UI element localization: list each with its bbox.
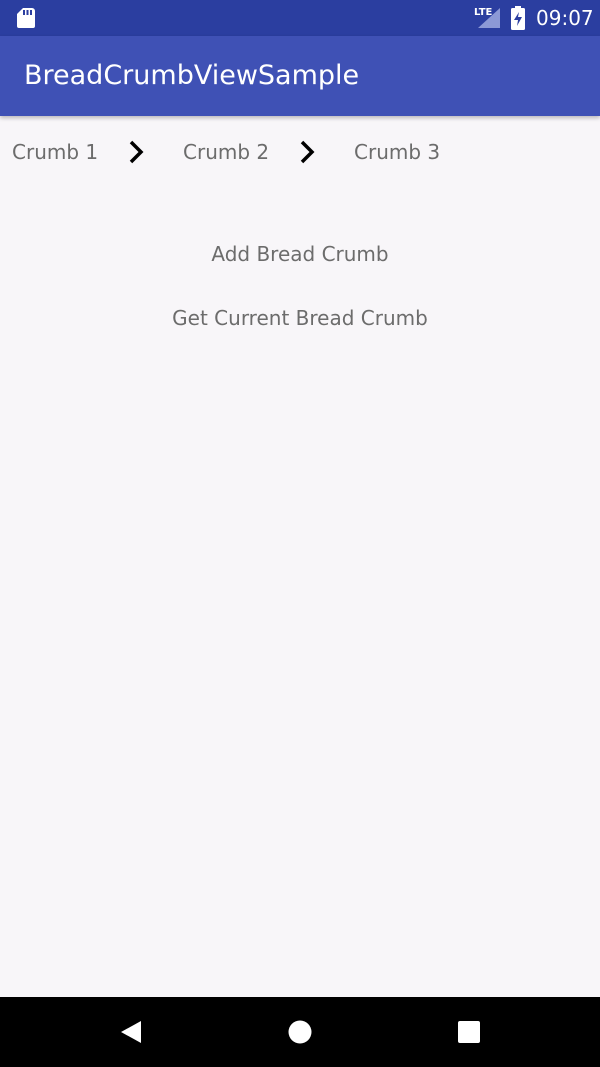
home-icon[interactable]	[288, 1020, 312, 1044]
status-bar: LTE 09:07	[0, 0, 600, 36]
battery-charging-icon	[511, 6, 525, 30]
navigation-bar	[0, 997, 600, 1067]
add-bread-crumb-button[interactable]: Add Bread Crumb	[0, 242, 600, 266]
breadcrumb: Crumb 1 Crumb 2 Crumb 3	[0, 126, 600, 178]
screen: LTE 09:07 BreadCrumbViewSample Crumb 1 C…	[0, 0, 600, 1067]
breadcrumb-item-3[interactable]: Crumb 3	[354, 140, 440, 164]
get-current-bread-crumb-button[interactable]: Get Current Bread Crumb	[0, 306, 600, 330]
breadcrumb-item-2[interactable]: Crumb 2	[183, 140, 269, 164]
sd-card-icon	[17, 8, 35, 28]
back-icon[interactable]	[119, 1020, 143, 1044]
app-bar: BreadCrumbViewSample	[0, 36, 600, 116]
network-type-label: LTE	[474, 7, 493, 18]
chevron-right-icon	[129, 140, 144, 164]
chevron-right-icon	[300, 140, 315, 164]
recents-icon[interactable]	[458, 1021, 480, 1043]
breadcrumb-item-1[interactable]: Crumb 1	[12, 140, 98, 164]
app-title: BreadCrumbViewSample	[24, 60, 360, 91]
status-clock: 09:07	[536, 6, 594, 30]
